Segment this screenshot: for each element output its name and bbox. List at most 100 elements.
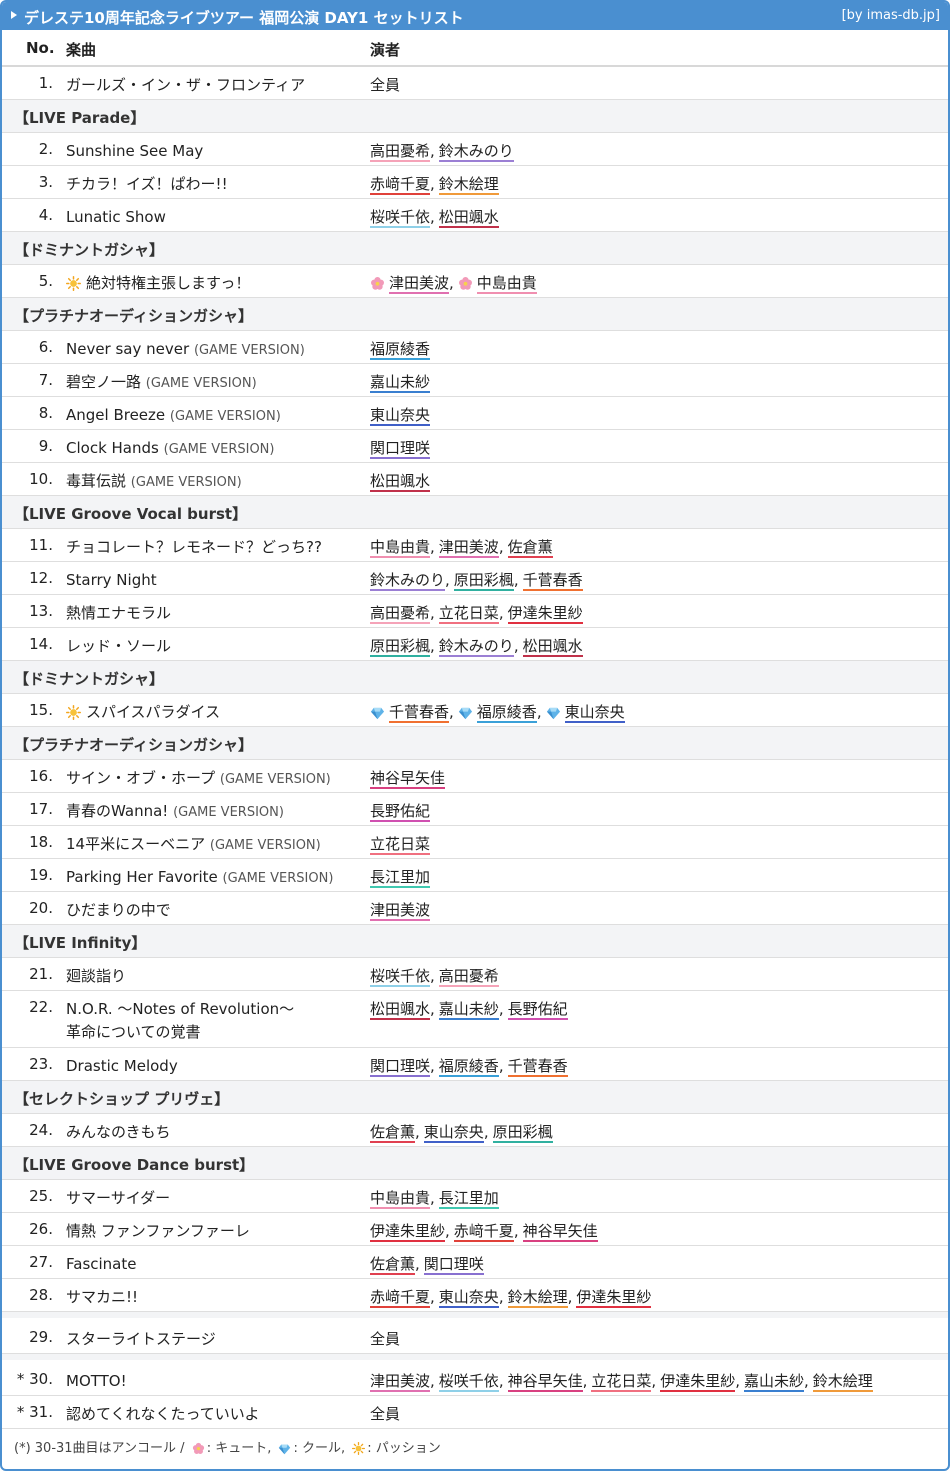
performer-link[interactable]: 伊達朱里紗: [370, 1222, 446, 1242]
performer-link[interactable]: 嘉山未紗: [438, 1000, 499, 1020]
performer-link[interactable]: 赤﨑千夏: [370, 1288, 431, 1308]
performer-link[interactable]: 原田彩楓: [370, 637, 431, 657]
song-title[interactable]: 毒茸伝説: [66, 472, 126, 490]
performer-link[interactable]: 津田美波: [370, 1372, 431, 1392]
performer-link[interactable]: 福原綾香: [370, 340, 431, 360]
performer-link[interactable]: 嘉山未紗: [370, 373, 431, 393]
performer-link[interactable]: 中島由貴: [370, 1189, 431, 1209]
song-title[interactable]: 絶対特権主張しますっ！: [86, 274, 250, 292]
song-title[interactable]: みんなのきもち: [66, 1123, 171, 1141]
section-label: 【LIVE Infinity】: [14, 934, 147, 952]
song-title[interactable]: スパイスパラダイス: [86, 703, 220, 721]
performer-link[interactable]: 長野佑紀: [370, 802, 431, 822]
performer-link[interactable]: 桜咲千依: [370, 967, 431, 987]
song-title[interactable]: サイン・オブ・ホープ: [66, 769, 215, 787]
song-title[interactable]: 廻談詣り: [66, 967, 126, 985]
performer-link[interactable]: 松田颯水: [522, 637, 583, 657]
song-title[interactable]: 情熱 ファンファンファーレ: [66, 1222, 250, 1240]
song-title[interactable]: Angel Breeze: [66, 406, 165, 424]
song-title[interactable]: ガールズ・イン・ザ・フロンティア: [66, 76, 305, 94]
performer-link[interactable]: 長野佑紀: [507, 1000, 568, 1020]
performer-link[interactable]: 赤﨑千夏: [370, 175, 431, 195]
performer-link[interactable]: 鈴木絵理: [812, 1372, 873, 1392]
performer-link[interactable]: 鈴木絵理: [438, 175, 499, 195]
performer-link[interactable]: 東山奈央: [423, 1123, 484, 1143]
performer-link[interactable]: 立花日菜: [438, 604, 499, 624]
performer-link[interactable]: 原田彩楓: [492, 1123, 553, 1143]
song-title[interactable]: サマカニ!!: [66, 1288, 138, 1306]
performer-link[interactable]: 佐倉薫: [370, 1255, 416, 1275]
performer-link[interactable]: 千菅春香: [507, 1057, 568, 1077]
collapse-arrow-icon[interactable]: [11, 11, 17, 19]
song-version: (GAME VERSION): [173, 805, 284, 820]
performer-link[interactable]: 伊達朱里紗: [660, 1372, 736, 1392]
song-title[interactable]: チカラ！イズ！ぱわー!!: [66, 175, 228, 193]
performer-link[interactable]: 高田憂希: [370, 604, 431, 624]
song-title[interactable]: レッド・ソール: [66, 637, 171, 655]
performer-link[interactable]: 原田彩楓: [453, 571, 514, 591]
source-credit-link[interactable]: [by imas-db.jp]: [842, 8, 940, 23]
performer-link[interactable]: 津田美波: [370, 901, 431, 921]
performer-link[interactable]: 桜咲千依: [438, 1372, 499, 1392]
performer-link[interactable]: 鈴木みのり: [438, 142, 514, 162]
song-title[interactable]: サマーサイダー: [66, 1189, 170, 1207]
performer-link[interactable]: 松田颯水: [370, 472, 431, 492]
performer-link[interactable]: 桜咲千依: [370, 208, 431, 228]
song-title[interactable]: Drastic Melody: [66, 1057, 178, 1075]
song-title[interactable]: Starry Night: [66, 571, 157, 589]
performer-link[interactable]: 中島由貴: [476, 274, 537, 294]
performer-link[interactable]: 佐倉薫: [507, 538, 553, 558]
performer-link[interactable]: 関口理咲: [423, 1255, 484, 1275]
song-title[interactable]: Parking Her Favorite: [66, 868, 218, 886]
song-title[interactable]: ひだまりの中で: [66, 901, 171, 919]
performer-link[interactable]: 長江里加: [438, 1189, 499, 1209]
performer-link[interactable]: 立花日菜: [370, 835, 431, 855]
song-title-line2: 革命についての覚書: [66, 1023, 201, 1041]
performer-link[interactable]: 関口理咲: [370, 1057, 431, 1077]
performer-link[interactable]: 赤﨑千夏: [453, 1222, 514, 1242]
performer-link[interactable]: 鈴木絵理: [507, 1288, 568, 1308]
song-title[interactable]: チョコレート？レモネード？どっち??: [66, 538, 322, 556]
performer-link[interactable]: 福原綾香: [438, 1057, 499, 1077]
song-title[interactable]: Clock Hands: [66, 439, 159, 457]
song-title[interactable]: Fascinate: [66, 1255, 136, 1273]
performer-link[interactable]: 関口理咲: [370, 439, 431, 459]
performer-link[interactable]: 神谷早矢佳: [507, 1372, 583, 1392]
performer-link[interactable]: 伊達朱里紗: [576, 1288, 652, 1308]
performer-link[interactable]: 高田憂希: [370, 142, 431, 162]
performer-link[interactable]: 佐倉薫: [370, 1123, 416, 1143]
performer-link[interactable]: 東山奈央: [370, 406, 431, 426]
performer-link[interactable]: 立花日菜: [591, 1372, 652, 1392]
song-title[interactable]: 14平米にスーベニア: [66, 835, 205, 853]
performer-link[interactable]: 嘉山未紗: [743, 1372, 804, 1392]
performer-link[interactable]: 千菅春香: [389, 703, 450, 723]
performer-link[interactable]: 東山奈央: [564, 703, 625, 723]
song-title[interactable]: Never say never: [66, 340, 189, 358]
song-title[interactable]: 青春のWanna!: [66, 802, 168, 820]
song-title[interactable]: Sunshine See May: [66, 142, 203, 160]
performer-link[interactable]: 高田憂希: [438, 967, 499, 987]
song-title[interactable]: 認めてくれなくたっていいよ: [66, 1405, 260, 1423]
performer-link[interactable]: 松田颯水: [370, 1000, 431, 1020]
song-title[interactable]: Lunatic Show: [66, 208, 166, 226]
song-title[interactable]: N.O.R. ～Notes of Revolution～: [66, 1000, 294, 1018]
performer-link[interactable]: 中島由貴: [370, 538, 431, 558]
performer-link[interactable]: 津田美波: [389, 274, 450, 294]
song-title[interactable]: スターライトステージ: [66, 1330, 216, 1348]
performer-link[interactable]: 東山奈央: [438, 1288, 499, 1308]
performer-link[interactable]: 津田美波: [438, 538, 499, 558]
performer-link[interactable]: 千菅春香: [522, 571, 583, 591]
performer-separator: ,: [498, 538, 504, 556]
performer-link[interactable]: 鈴木みのり: [438, 637, 514, 657]
performer-link[interactable]: 伊達朱里紗: [507, 604, 583, 624]
performer-link[interactable]: 鈴木みのり: [370, 571, 446, 591]
performer-link[interactable]: 松田颯水: [438, 208, 499, 228]
performer-link[interactable]: 神谷早矢佳: [370, 769, 446, 789]
performer-list: 千菅春香, 福原綾香, 東山奈央: [370, 701, 625, 723]
song-title[interactable]: 碧空ノ一路: [66, 373, 141, 391]
song-title[interactable]: 熱情エナモラル: [66, 604, 171, 622]
performer-link[interactable]: 神谷早矢佳: [522, 1222, 598, 1242]
performer-link[interactable]: 福原綾香: [476, 703, 537, 723]
song-title[interactable]: MOTTO!: [66, 1372, 127, 1390]
performer-link[interactable]: 長江里加: [370, 868, 431, 888]
